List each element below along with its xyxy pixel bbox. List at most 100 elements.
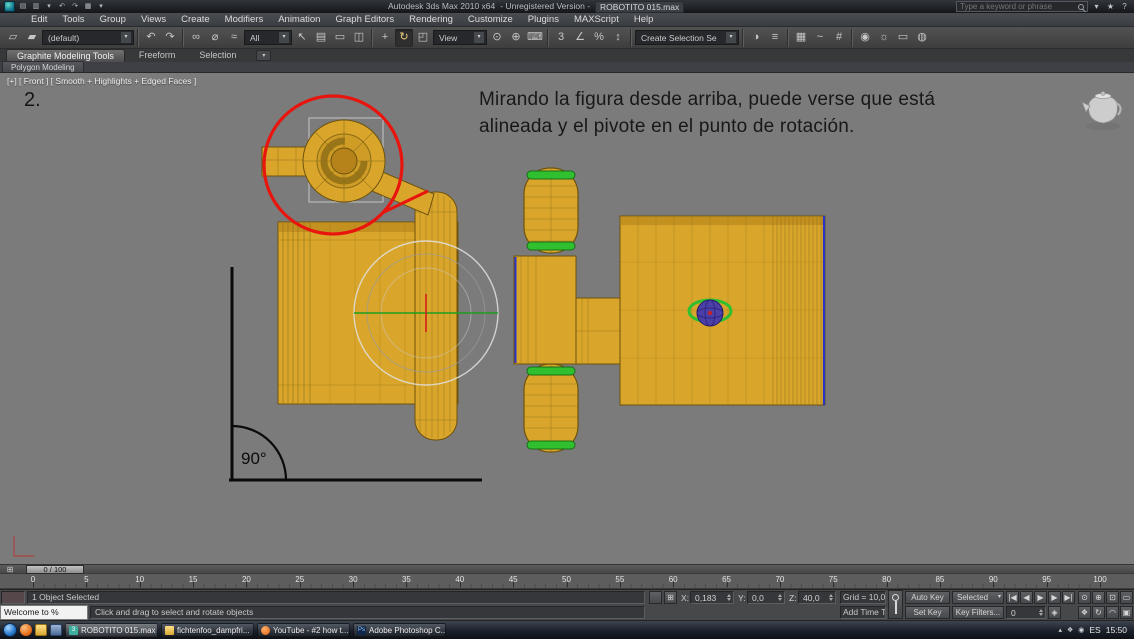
chevron-down-icon[interactable]: ▾ <box>474 32 484 43</box>
search-input[interactable] <box>960 2 1075 11</box>
menu-item-help[interactable]: Help <box>633 14 655 25</box>
taskbar-window-3dsmax[interactable]: 3 ROBOTITO 015.max ... <box>65 623 158 637</box>
viewport-label[interactable]: [+] [ Front ] [ Smooth + Highlights + Ed… <box>7 76 196 86</box>
application-menu-icon[interactable]: ▤ <box>18 1 28 12</box>
chevron-down-icon[interactable]: ▾ <box>121 32 131 43</box>
zoom-all-icon[interactable]: ⊕ <box>1092 591 1105 604</box>
add-time-tag[interactable]: Add Time Tag <box>840 606 886 619</box>
spinner-icon[interactable] <box>829 594 833 601</box>
bind-spacewarp-icon[interactable]: ≈ <box>225 29 243 47</box>
link-icon[interactable]: ∞ <box>187 29 205 47</box>
go-to-start-button[interactable]: |◀ <box>1006 591 1019 604</box>
viewport-canvas[interactable] <box>0 73 1134 564</box>
firefox-quicklaunch-icon[interactable] <box>20 624 32 636</box>
infocenter-search[interactable] <box>956 1 1088 12</box>
start-button[interactable] <box>3 623 17 637</box>
y-coordinate-input[interactable] <box>752 592 776 603</box>
select-rotate-icon[interactable]: ↻ <box>395 28 413 47</box>
window-crossing-icon[interactable]: ◫ <box>350 29 368 47</box>
key-filters-button[interactable]: Key Filters... <box>952 606 1004 619</box>
menu-item-group[interactable]: Group <box>99 14 127 25</box>
zoom-icon[interactable]: ⊙ <box>1078 591 1091 604</box>
zoom-region-icon[interactable]: ▭ <box>1120 591 1133 604</box>
viewport-layout-icon[interactable]: ▰ <box>23 29 41 47</box>
menu-item-maxscript[interactable]: MAXScript <box>573 14 620 25</box>
tray-volume-icon[interactable]: ◉ <box>1078 626 1084 634</box>
selection-region-icon[interactable]: ▭ <box>331 29 349 47</box>
menu-item-plugins[interactable]: Plugins <box>527 14 560 25</box>
key-selection-dropdown[interactable]: Selected ▾ <box>952 591 1004 604</box>
tray-network-icon[interactable]: ❖ <box>1067 626 1073 634</box>
time-slider-handle[interactable]: 0 / 100 <box>26 565 84 574</box>
redo-icon[interactable]: ↷ <box>161 29 179 47</box>
3dsmax-logo-icon[interactable] <box>4 1 15 12</box>
spinner-icon[interactable] <box>778 594 782 601</box>
previous-frame-button[interactable]: ◀ <box>1020 591 1033 604</box>
menu-item-rendering[interactable]: Rendering <box>408 14 454 25</box>
zoom-extents-icon[interactable]: ⊡ <box>1106 591 1119 604</box>
menu-item-modifiers[interactable]: Modifiers <box>224 14 265 25</box>
mirror-icon[interactable]: ◑ <box>747 29 765 47</box>
z-coordinate-input[interactable] <box>803 592 827 603</box>
named-selection-dropdown[interactable]: Create Selection Se ▾ <box>635 30 739 45</box>
use-pivot-center-icon[interactable]: ⊙ <box>488 29 506 47</box>
current-frame-field[interactable] <box>1006 606 1046 619</box>
layer-manager-icon[interactable]: ▦ <box>792 29 810 47</box>
maximize-viewport-icon[interactable]: ▣ <box>1120 606 1133 619</box>
chevron-down-icon[interactable]: ▾ <box>726 32 736 43</box>
new-scene-icon[interactable]: ▥ <box>31 1 41 12</box>
go-to-end-button[interactable]: ▶| <box>1062 591 1075 604</box>
spinner-icon[interactable] <box>1039 609 1043 616</box>
ribbon-collapse-icon[interactable]: ▾ <box>256 50 272 61</box>
search-icon[interactable] <box>1078 3 1084 10</box>
open-file-icon[interactable]: ▾ <box>44 1 54 12</box>
next-frame-button[interactable]: ▶ <box>1048 591 1061 604</box>
spinner-icon[interactable] <box>727 594 731 601</box>
favorites-icon[interactable]: ★ <box>1105 1 1116 12</box>
rendered-frame-icon[interactable]: ▭ <box>894 29 912 47</box>
menu-item-customize[interactable]: Customize <box>467 14 514 25</box>
render-production-icon[interactable]: ◍ <box>913 29 931 47</box>
help-icon[interactable]: ? <box>1119 1 1130 12</box>
z-coordinate-field[interactable] <box>798 591 836 604</box>
current-frame-input[interactable] <box>1011 607 1037 618</box>
tray-expand-icon[interactable]: ▴ <box>1058 626 1062 634</box>
snap-toggle-icon[interactable]: 3 <box>552 29 570 47</box>
pan-icon[interactable]: ❖ <box>1078 606 1091 619</box>
set-keys-button[interactable] <box>888 590 903 619</box>
absolute-offset-toggle[interactable]: ⊞ <box>664 591 677 604</box>
undo-qat-icon[interactable]: ↶ <box>57 1 67 12</box>
menu-item-graph-editors[interactable]: Graph Editors <box>334 14 395 25</box>
redo-qat-icon[interactable]: ↷ <box>70 1 80 12</box>
menu-item-animation[interactable]: Animation <box>277 14 321 25</box>
menu-item-edit[interactable]: Edit <box>30 14 48 25</box>
auto-key-button[interactable]: Auto Key <box>905 591 950 604</box>
select-manipulate-icon[interactable]: ⊕ <box>507 29 525 47</box>
x-coordinate-field[interactable] <box>690 591 734 604</box>
walk-through-icon[interactable]: ◠ <box>1106 606 1119 619</box>
menu-item-create[interactable]: Create <box>180 14 211 25</box>
angle-snap-icon[interactable]: ∠ <box>571 29 589 47</box>
select-object-icon[interactable]: ↖ <box>293 29 311 47</box>
robot-model[interactable] <box>261 117 826 453</box>
maxscript-mini-recorder[interactable] <box>1 591 25 604</box>
qat-customize-icon[interactable]: ▾ <box>96 1 106 12</box>
keyboard-override-icon[interactable]: ⌨ <box>526 29 544 47</box>
key-mode-toggle[interactable]: ◈ <box>1048 606 1061 619</box>
time-slider-track[interactable]: ⊞ 0 / 100 <box>0 564 1134 574</box>
viewport[interactable]: [+] [ Front ] [ Smooth + Highlights + Ed… <box>0 73 1134 564</box>
maxscript-listener[interactable]: Welcome to % <box>0 605 88 620</box>
language-indicator[interactable]: ES <box>1089 625 1100 635</box>
workspace-dropdown[interactable]: (default) ▾ <box>42 30 134 45</box>
curve-editor-icon[interactable]: ~ <box>811 29 829 47</box>
media-quicklaunch-icon[interactable] <box>50 624 62 636</box>
toolbar-grip-icon[interactable]: ▱ <box>4 29 22 47</box>
play-button[interactable]: ▶ <box>1034 591 1047 604</box>
clock[interactable]: 15:50 <box>1106 625 1127 635</box>
schematic-view-icon[interactable]: # <box>830 29 848 47</box>
explorer-quicklaunch-icon[interactable] <box>35 624 47 636</box>
timeline-ruler[interactable]: 0 5 10 15 20 25 30 35 40 45 50 55 60 65 70 75 80 85 90 95 10… <box>0 574 1134 589</box>
menu-item-views[interactable]: Views <box>140 14 167 25</box>
select-scale-icon[interactable]: ◰ <box>414 29 432 47</box>
tab-freeform[interactable]: Freeform <box>129 49 186 62</box>
